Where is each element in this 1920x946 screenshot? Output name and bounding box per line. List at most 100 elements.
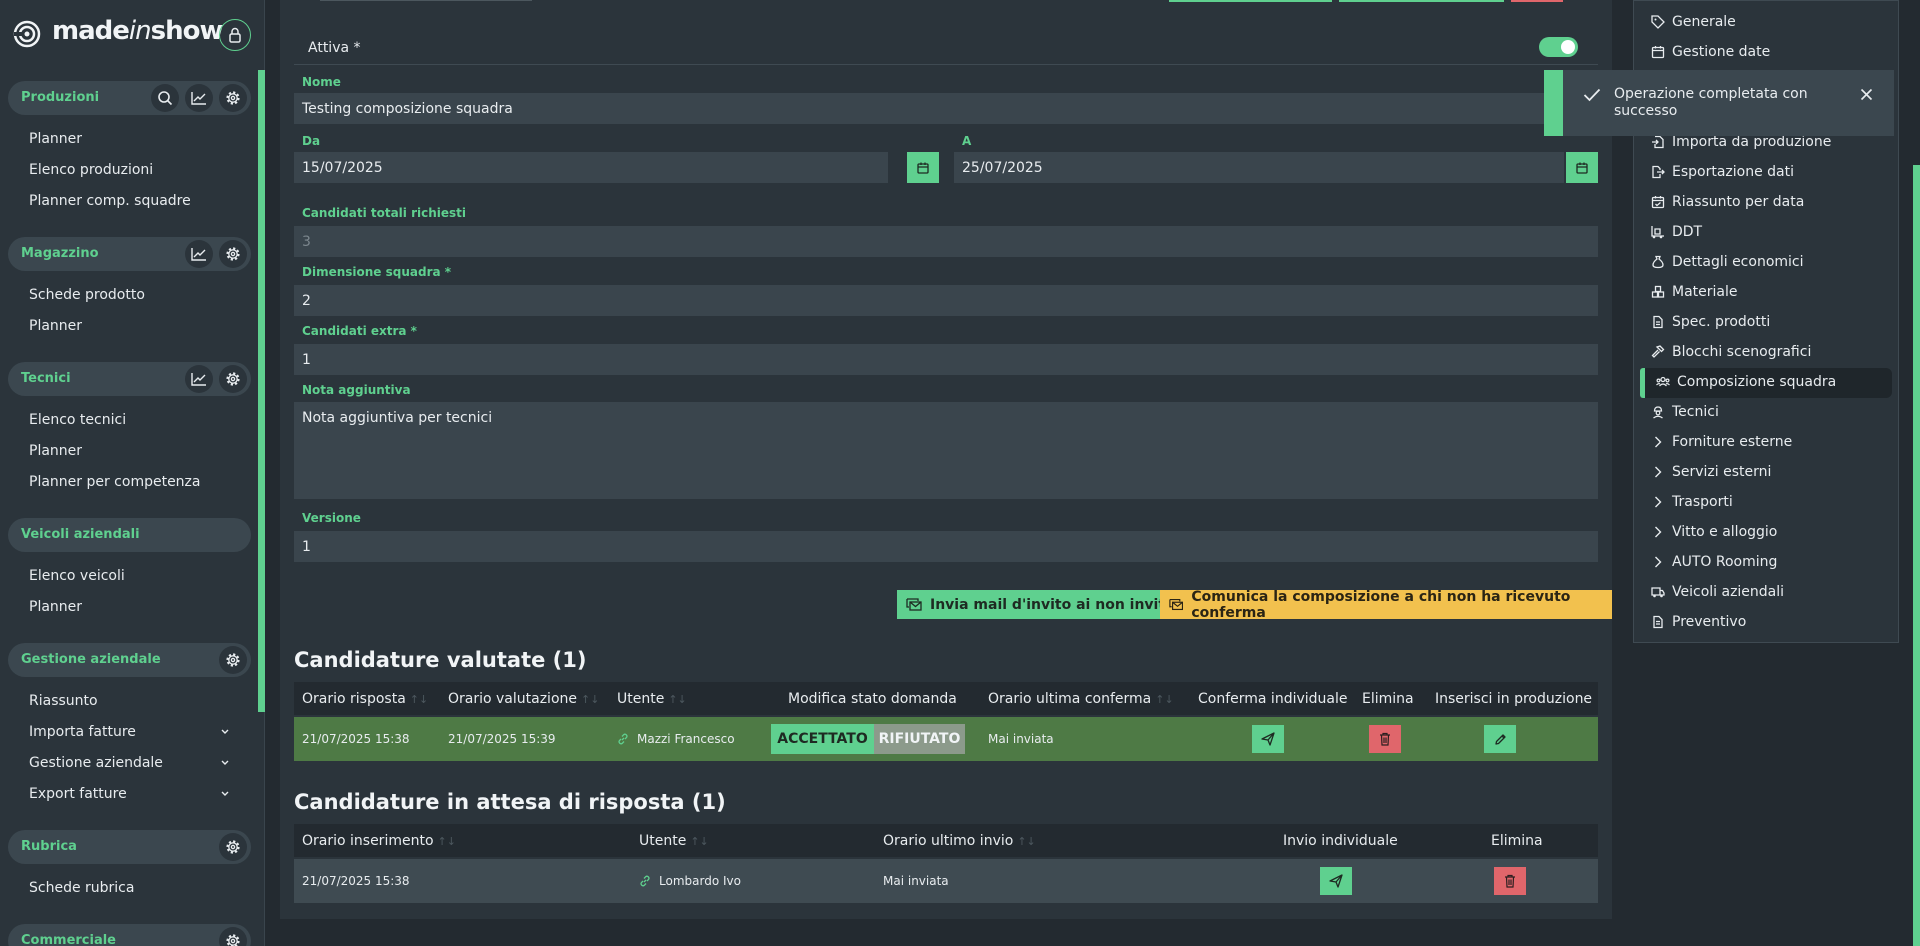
name-input[interactable]: Testing composizione squadra — [294, 93, 1598, 124]
extra-candidates-input[interactable]: 1 — [294, 344, 1598, 375]
nav-elenco-tecnici[interactable]: Elenco tecnici — [29, 412, 126, 428]
nav-planner[interactable]: Planner — [29, 318, 82, 334]
delete-button[interactable] — [1369, 725, 1401, 753]
active-toggle[interactable] — [1539, 37, 1578, 57]
user-link[interactable]: Mazzi Francesco — [637, 732, 735, 746]
nav-planner[interactable]: Planner — [29, 131, 82, 147]
evaluated-section-title: Candidature valutate (1) — [294, 648, 587, 672]
from-date-input[interactable]: 15/07/2025 — [294, 152, 888, 183]
menu-item-generale[interactable]: Generale — [1651, 13, 1736, 31]
menu-item-tecnici[interactable]: Tecnici — [1651, 403, 1719, 421]
nav-riassunto[interactable]: Riassunto — [29, 693, 98, 709]
gear-icon — [226, 247, 240, 261]
invite-uninvited-button[interactable]: Invia mail d'invito ai non invitati — [897, 590, 1195, 619]
delete-button[interactable] — [1494, 867, 1526, 895]
settings-button[interactable] — [219, 646, 247, 674]
menu-item-dettagli-economici[interactable]: Dettagli economici — [1651, 253, 1804, 271]
menu-item-forniture-esterne[interactable]: Forniture esterne — [1651, 433, 1792, 451]
nav-schede-prodotto[interactable]: Schede prodotto — [29, 287, 145, 303]
stats-button[interactable] — [185, 84, 213, 112]
menu-item-esportazione-dati[interactable]: Esportazione dati — [1651, 163, 1794, 181]
send-confirmation-button[interactable] — [1252, 725, 1284, 753]
col-response-time[interactable]: Orario risposta ↑↓ — [302, 691, 428, 707]
top-button-3[interactable] — [1511, 0, 1563, 2]
note-textarea[interactable]: Nota aggiuntiva per tecnici — [294, 402, 1598, 499]
calendar-check-icon — [1651, 196, 1665, 209]
send-invite-button[interactable] — [1320, 867, 1352, 895]
to-calendar-button[interactable] — [1566, 152, 1598, 183]
accepted-status-button[interactable]: ACCETTATO — [771, 724, 874, 754]
team-size-input[interactable]: 2 — [294, 285, 1598, 316]
nav-planner[interactable]: Planner — [29, 599, 82, 615]
version-input[interactable]: 1 — [294, 531, 1598, 562]
chevron-down-icon[interactable] — [220, 759, 230, 767]
chevron-right-icon — [1655, 496, 1662, 508]
top-input-edge — [320, 0, 532, 1]
settings-button[interactable] — [219, 240, 247, 268]
sort-icon: ↑↓ — [437, 834, 456, 848]
menu-item-materiale[interactable]: Materiale — [1651, 283, 1738, 301]
to-date-input[interactable]: 25/07/2025 — [954, 152, 1564, 183]
settings-button[interactable] — [219, 84, 247, 112]
menu-item-preventivo[interactable]: Preventivo — [1651, 613, 1746, 631]
nav-elenco-produzioni[interactable]: Elenco produzioni — [29, 162, 153, 178]
menu-item-gestione-date[interactable]: Gestione date — [1651, 43, 1770, 61]
lock-button[interactable] — [219, 19, 251, 51]
chevron-down-icon[interactable] — [220, 790, 230, 798]
left-sidebar: madeinshow Produzioni Planner Elenco pro… — [0, 0, 265, 946]
menu-item-blocchi-scenografici[interactable]: Blocchi scenografici — [1651, 343, 1811, 361]
rejected-status-button[interactable]: RIFIUTATO — [874, 724, 965, 754]
close-icon[interactable] — [1860, 88, 1873, 101]
menu-item-riassunto-per-data[interactable]: Riassunto per data — [1651, 193, 1804, 211]
group-rubrica[interactable]: Rubrica — [8, 830, 251, 864]
menu-item-vitto-e-alloggio[interactable]: Vitto e alloggio — [1651, 523, 1777, 541]
group-veicoli-aziendali[interactable]: Veicoli aziendali — [8, 518, 251, 552]
top-button-1[interactable] — [1169, 0, 1332, 2]
group-produzioni[interactable]: Produzioni — [8, 81, 251, 115]
lock-icon — [229, 27, 241, 43]
chevron-down-icon[interactable] — [220, 728, 230, 736]
stats-button[interactable] — [185, 240, 213, 268]
from-calendar-button[interactable] — [907, 152, 939, 183]
col-user[interactable]: Utente ↑↓ — [617, 691, 687, 707]
col-insert-time[interactable]: Orario inserimento ↑↓ — [302, 833, 456, 849]
user-link[interactable]: Lombardo Ivo — [659, 874, 741, 888]
nav-planner-per-competenza[interactable]: Planner per competenza — [29, 474, 201, 490]
group-magazzino[interactable]: Magazzino — [8, 237, 251, 271]
link-icon[interactable] — [639, 875, 651, 887]
nav-elenco-veicoli[interactable]: Elenco veicoli — [29, 568, 125, 584]
search-button[interactable] — [151, 84, 179, 112]
menu-item-auto-rooming[interactable]: AUTO Rooming — [1651, 553, 1777, 571]
calendar-icon — [1651, 46, 1665, 59]
col-last-confirmation[interactable]: Orario ultima conferma ↑↓ — [988, 691, 1174, 707]
settings-button[interactable] — [219, 927, 247, 946]
stats-button[interactable] — [185, 365, 213, 393]
notify-unconfirmed-button[interactable]: Comunica la composizione a chi non ha ri… — [1160, 589, 1612, 621]
nav-gestione-aziendale[interactable]: Gestione aziendale — [29, 755, 163, 771]
top-button-2[interactable] — [1339, 0, 1504, 2]
col-insert-production: Inserisci in produzione — [1435, 691, 1593, 707]
sidebar-scroll-indicator — [258, 70, 265, 712]
menu-item-trasporti[interactable]: Trasporti — [1651, 493, 1733, 511]
group-commerciale[interactable]: Commerciale — [8, 924, 251, 946]
menu-item-veicoli-aziendali[interactable]: Veicoli aziendali — [1651, 583, 1784, 601]
settings-button[interactable] — [219, 365, 247, 393]
menu-item-composizione-squadra[interactable]: Composizione squadra — [1656, 373, 1836, 391]
settings-button[interactable] — [219, 833, 247, 861]
nav-export-fatture[interactable]: Export fatture — [29, 786, 127, 802]
worker-icon — [1653, 406, 1663, 419]
nav-importa-fatture[interactable]: Importa fatture — [29, 724, 136, 740]
col-last-sent[interactable]: Orario ultimo invio ↑↓ — [883, 833, 1036, 849]
link-icon[interactable] — [617, 733, 629, 745]
col-user[interactable]: Utente ↑↓ — [639, 833, 709, 849]
group-tecnici[interactable]: Tecnici — [8, 362, 251, 396]
insert-production-button[interactable] — [1484, 725, 1516, 753]
menu-item-ddt[interactable]: DDT — [1651, 223, 1702, 241]
nav-planner-comp-squadre[interactable]: Planner comp. squadre — [29, 193, 191, 209]
menu-item-servizi-esterni[interactable]: Servizi esterni — [1651, 463, 1771, 481]
col-evaluation-time[interactable]: Orario valutazione ↑↓ — [448, 691, 599, 707]
group-gestione-aziendale[interactable]: Gestione aziendale — [8, 643, 251, 677]
nav-schede-rubrica[interactable]: Schede rubrica — [29, 880, 134, 896]
nav-planner[interactable]: Planner — [29, 443, 82, 459]
menu-item-spec-prodotti[interactable]: Spec. prodotti — [1651, 313, 1770, 331]
